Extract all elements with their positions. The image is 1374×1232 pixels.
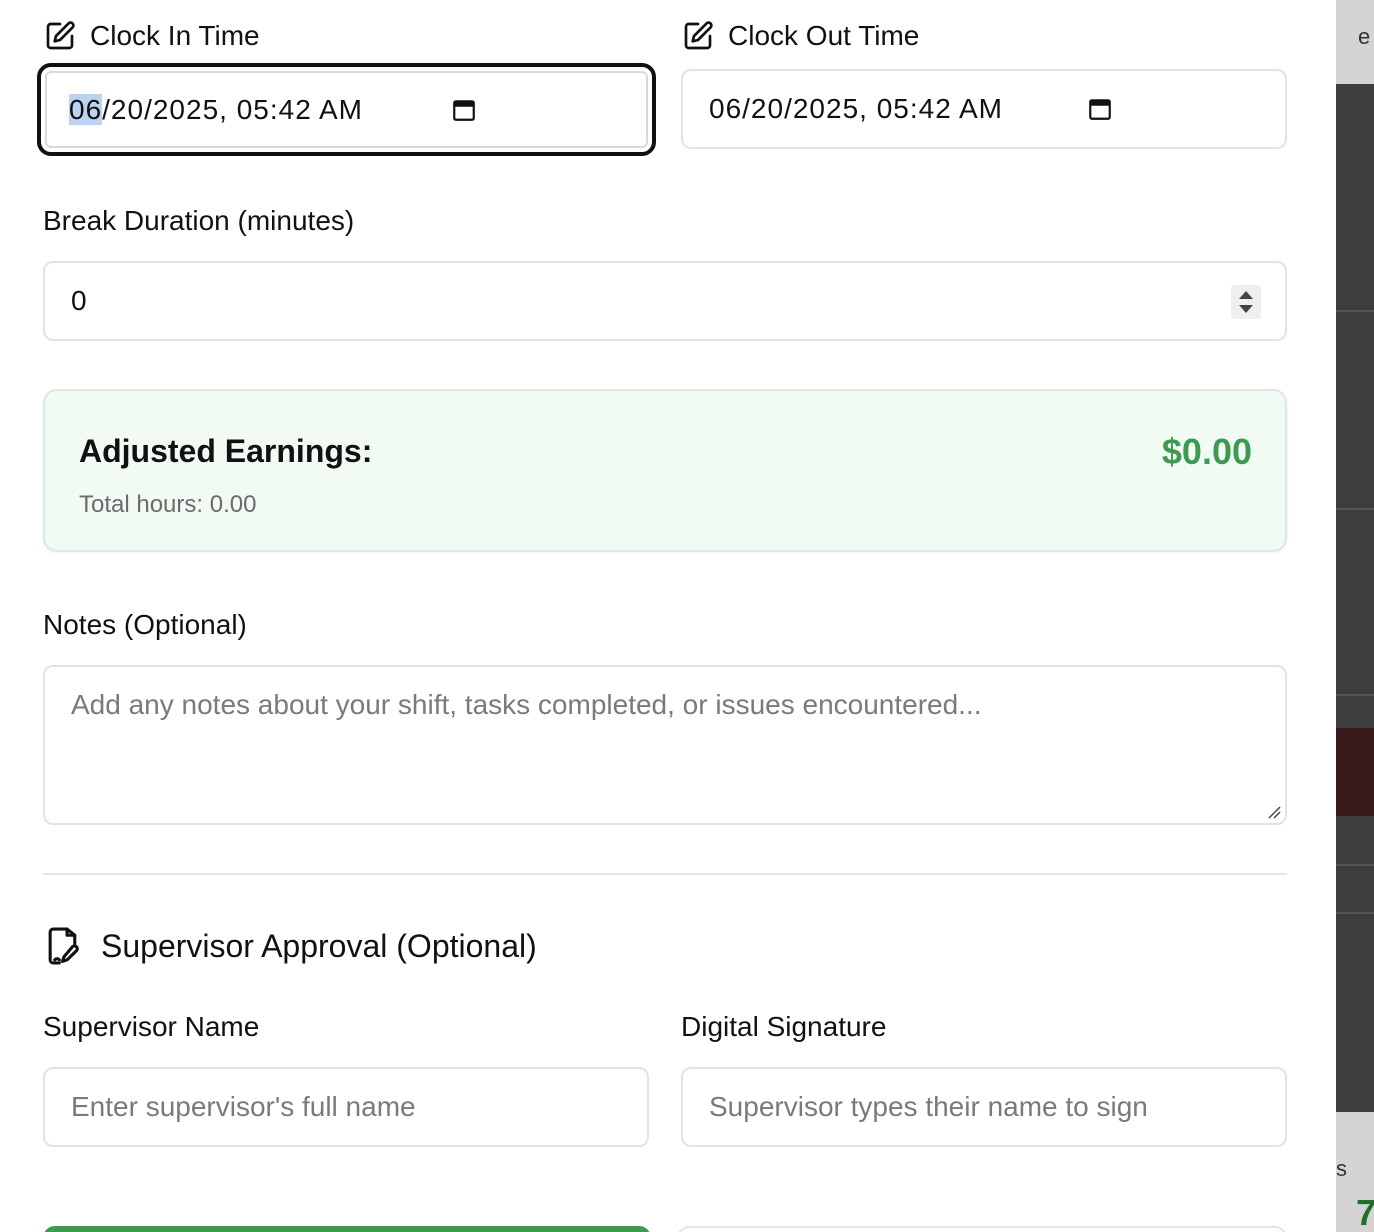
save-button[interactable] [43,1226,651,1232]
backdrop-text: e [1358,24,1371,49]
clock-in-label: Clock In Time [44,20,260,52]
resize-handle-icon[interactable] [1267,805,1281,819]
clock-out-label-text: Clock Out Time [728,20,920,51]
backdrop-divider [1336,912,1374,914]
edit-shift-form: Clock In Time 06/20/2025, 05:42 AM Clock… [0,0,1336,1232]
adjusted-earnings-title: Adjusted Earnings: [79,433,373,469]
clock-in-input[interactable]: 06/20/2025, 05:42 AM [37,63,656,156]
modal-backdrop[interactable]: e s 7 [1336,0,1374,1232]
supervisor-approval-title: Supervisor Approval (Optional) [101,927,537,964]
calendar-icon[interactable] [451,97,477,123]
adjusted-earnings-amount: $0.00 [1161,431,1252,472]
total-hours: Total hours: 0.00 [79,491,257,518]
clock-out-value: 06/20/2025, 05:42 AM [709,93,1003,124]
section-divider [43,873,1287,875]
digital-signature-input[interactable]: Supervisor types their name to sign [681,1067,1287,1147]
notes-placeholder: Add any notes about your shift, tasks co… [71,689,982,720]
break-duration-value: 0 [71,285,87,316]
notes-label-text: Notes (Optional) [43,609,247,640]
backdrop-number: 7 [1356,1192,1374,1232]
notes-label: Notes (Optional) [43,609,247,641]
edit-icon [46,21,75,50]
clock-out-label: Clock Out Time [682,20,919,52]
clock-in-value: 06/20/2025, 05:42 AM [69,93,364,126]
backdrop-divider [1336,694,1374,696]
number-stepper[interactable] [1231,285,1261,319]
clock-in-month-segment[interactable]: 06 [69,93,103,125]
break-duration-label: Break Duration (minutes) [43,205,354,237]
backdrop-row: e [1336,0,1374,84]
calendar-icon[interactable] [1087,96,1113,122]
digital-signature-label: Digital Signature [681,1011,886,1043]
cancel-button[interactable] [677,1226,1287,1232]
digital-signature-label-text: Digital Signature [681,1011,887,1042]
backdrop-divider [1336,310,1374,312]
supervisor-name-input[interactable]: Enter supervisor's full name [43,1067,649,1147]
break-duration-input[interactable]: 0 [43,261,1287,341]
backdrop-divider [1336,864,1374,866]
notes-textarea[interactable]: Add any notes about your shift, tasks co… [43,665,1287,825]
backdrop-text: s [1336,1156,1347,1181]
clock-out-input[interactable]: 06/20/2025, 05:42 AM [681,69,1287,149]
stepper-down-icon[interactable] [1239,305,1253,313]
supervisor-approval-heading: Supervisor Approval (Optional) [45,926,537,966]
break-duration-label-text: Break Duration (minutes) [43,205,355,236]
backdrop-divider [1336,508,1374,510]
clock-in-label-text: Clock In Time [90,20,260,51]
file-signature-icon [48,927,79,965]
digital-signature-placeholder: Supervisor types their name to sign [709,1091,1148,1122]
page: e s 7 Clock In Time 06/20/2025, 05:42 AM [0,0,1374,1232]
edit-icon [684,21,713,50]
supervisor-name-label: Supervisor Name [43,1011,259,1043]
clock-in-rest: /20/2025, 05:42 AM [102,93,364,125]
stepper-up-icon[interactable] [1239,291,1253,299]
supervisor-name-label-text: Supervisor Name [43,1011,260,1042]
supervisor-name-placeholder: Enter supervisor's full name [71,1091,416,1122]
backdrop-highlight-row [1336,728,1374,816]
adjusted-earnings-card: Adjusted Earnings: $0.00 Total hours: 0.… [43,389,1287,552]
